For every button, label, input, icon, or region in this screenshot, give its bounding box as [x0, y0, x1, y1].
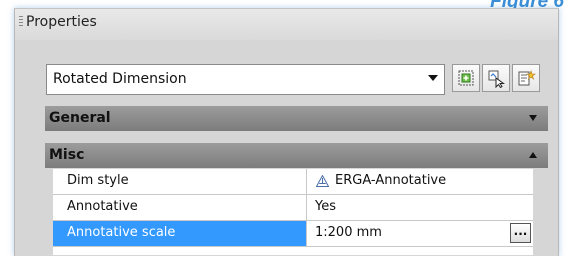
toggle-pickadd-icon	[458, 70, 474, 86]
property-value: ERGA-Annotative	[335, 173, 447, 188]
section-misc-label: Misc	[49, 147, 85, 163]
property-name: Annotative scale	[67, 225, 176, 240]
property-name-cell: Annotative	[53, 195, 307, 220]
property-row-dim-style[interactable]: Dim style ERGA-Annotative	[53, 169, 533, 195]
section-general[interactable]: General	[45, 106, 548, 131]
select-objects-button[interactable]	[482, 64, 510, 92]
property-row-annotative[interactable]: Annotative Yes	[53, 195, 533, 221]
object-type-select[interactable]: Rotated Dimension	[46, 64, 445, 95]
property-value: Yes	[315, 199, 336, 214]
property-row-annotative-scale[interactable]: Annotative scale 1:200 mm ...	[53, 221, 533, 247]
property-value-cell[interactable]: ERGA-Annotative	[307, 169, 533, 194]
property-value: 1:200 mm	[315, 225, 382, 240]
annotative-icon	[316, 175, 329, 187]
object-type-value: Rotated Dimension	[53, 71, 187, 87]
property-value-cell[interactable]: Yes	[307, 195, 533, 220]
ellipsis-button[interactable]: ...	[510, 223, 531, 243]
chevron-down-icon[interactable]	[529, 115, 537, 121]
property-value-cell[interactable]: 1:200 mm ...	[307, 221, 533, 246]
quick-select-button[interactable]	[512, 64, 540, 92]
property-name-cell: Annotative scale	[53, 221, 307, 246]
property-name: Annotative	[67, 199, 138, 214]
property-name-cell: Dim style	[53, 169, 307, 194]
grip-handle-icon[interactable]	[19, 16, 23, 28]
property-name: Dim style	[67, 173, 129, 188]
chevron-down-icon[interactable]	[428, 75, 438, 81]
toggle-pickadd-button[interactable]	[452, 64, 480, 92]
palette-title: Properties	[26, 14, 97, 30]
palette-titlebar[interactable]: Properties	[15, 9, 558, 40]
chevron-up-icon[interactable]	[529, 152, 537, 158]
quick-select-icon	[518, 70, 536, 86]
section-misc[interactable]: Misc	[45, 143, 548, 168]
property-grid: Dim style ERGA-Annotative Annotative Yes…	[53, 169, 533, 255]
section-general-label: General	[49, 110, 111, 126]
select-objects-icon	[488, 70, 506, 88]
